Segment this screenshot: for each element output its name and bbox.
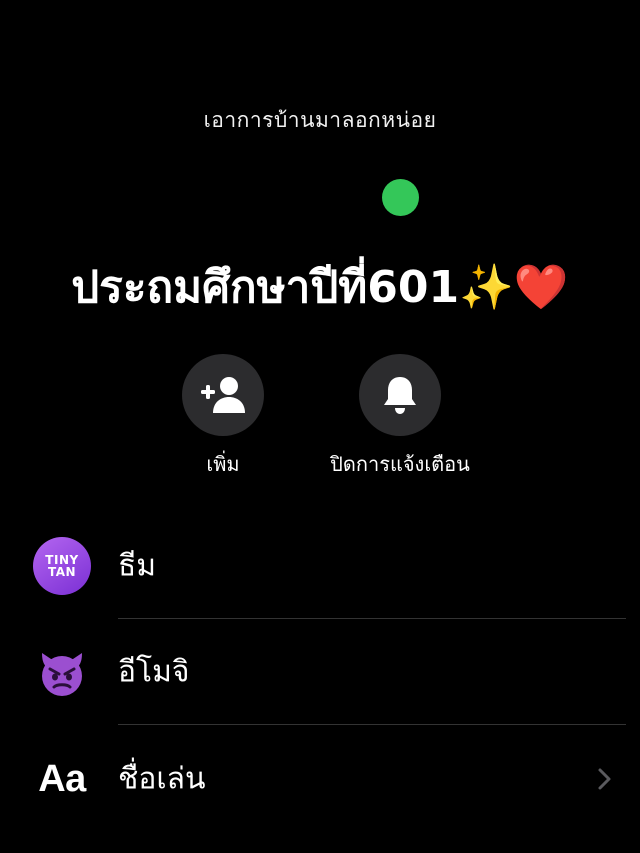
settings-row-nicknames[interactable]: Aa ชื่อเล่น xyxy=(0,726,640,832)
add-button-circle[interactable] xyxy=(182,354,264,436)
online-status-dot xyxy=(382,179,419,216)
add-people-button[interactable]: เพิ่ม xyxy=(143,354,303,480)
chevron-right-icon xyxy=(598,768,611,790)
theme-badge: TINY TAN xyxy=(33,537,91,595)
devil-emoji-icon xyxy=(33,643,91,701)
mute-notifications-button[interactable]: ปิดการแจ้งเตือน xyxy=(320,354,480,480)
emoji-label: อีโมจิ xyxy=(118,654,190,690)
group-name-title: ประถมศึกษาปีที่601✨❤️ xyxy=(71,262,569,313)
bell-icon xyxy=(384,377,416,414)
aa-glyph: Aa xyxy=(38,757,86,800)
settings-row-emoji[interactable]: อีโมจิ xyxy=(0,619,640,725)
group-status-text: เอาการบ้านมาลอกหน่อย xyxy=(203,108,437,132)
nicknames-label: ชื่อเล่น xyxy=(118,761,206,797)
mute-button-circle[interactable] xyxy=(359,354,441,436)
text-aa-icon: Aa xyxy=(33,750,91,808)
add-button-label: เพิ่ม xyxy=(206,452,240,476)
theme-badge-icon: TINY TAN xyxy=(33,537,91,595)
devil-face-icon xyxy=(42,653,82,696)
settings-row-theme[interactable]: TINY TAN ธีม xyxy=(0,513,640,619)
theme-label: ธีม xyxy=(118,548,157,584)
mute-button-label: ปิดการแจ้งเตือน xyxy=(330,452,470,476)
row-divider xyxy=(118,724,626,725)
add-person-icon xyxy=(201,377,245,413)
